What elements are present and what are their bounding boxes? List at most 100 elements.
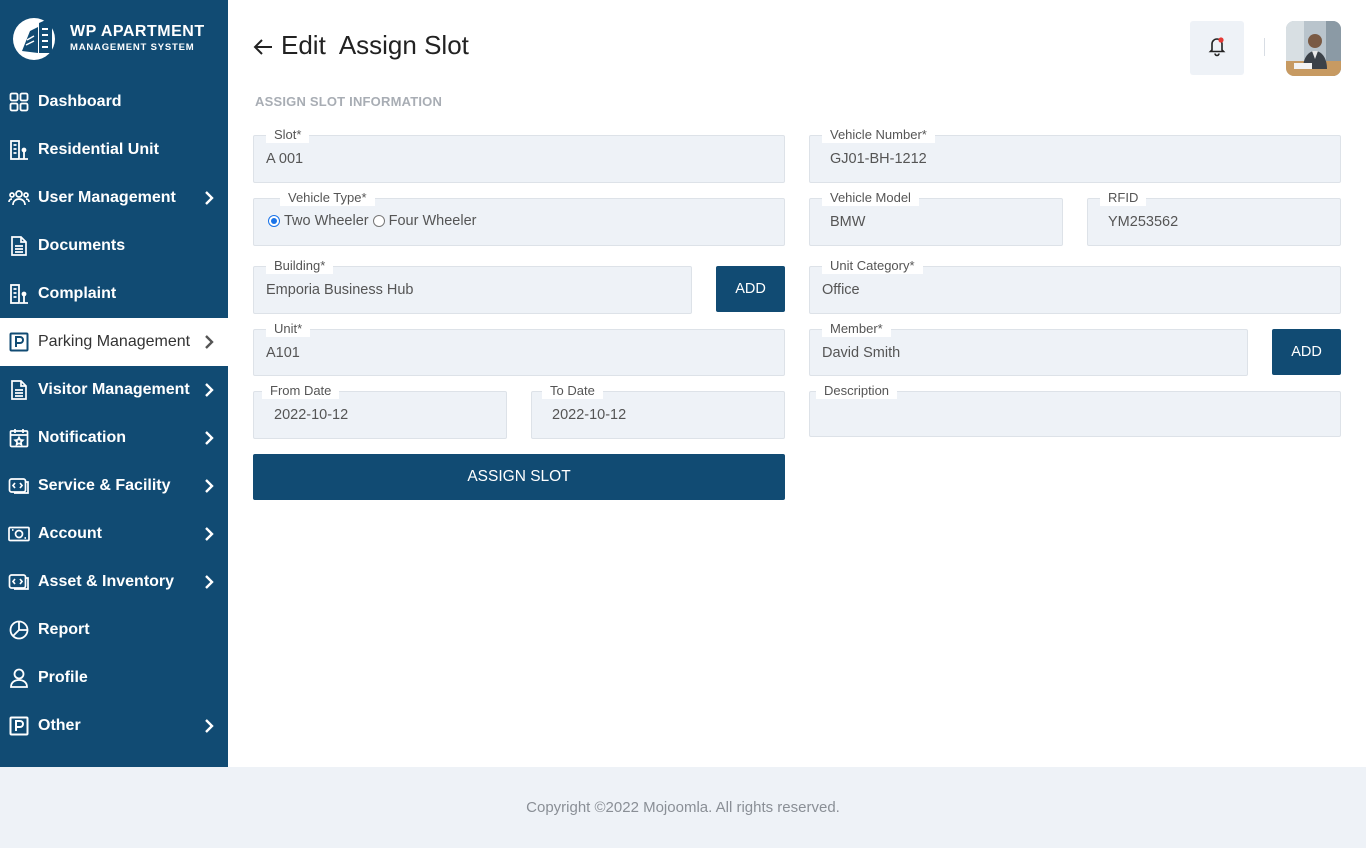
- to-date-value: 2022-10-12: [552, 407, 627, 423]
- dashboard-grid-icon: [8, 91, 30, 113]
- from-date-field[interactable]: From Date 2022-10-12: [253, 383, 507, 439]
- member-value: David Smith: [822, 344, 901, 361]
- chevron-right-icon: [204, 719, 214, 733]
- chevron-right-icon: [204, 479, 214, 493]
- sidebar-item-asset-inventory[interactable]: Asset & Inventory: [0, 558, 228, 606]
- vehicle-number-label: Vehicle Number*: [822, 127, 935, 143]
- copyright-text: Copyright ©2022 Mojoomla. All rights res…: [526, 799, 840, 816]
- document-icon: [8, 235, 30, 257]
- chevron-right-icon: [204, 431, 214, 445]
- unit-category-value: Office: [822, 282, 860, 298]
- sidebar-item-profile[interactable]: Profile: [0, 654, 228, 702]
- description-textarea[interactable]: Description: [809, 383, 1341, 437]
- footer: Copyright ©2022 Mojoomla. All rights res…: [0, 767, 1366, 848]
- sidebar-item-user-management[interactable]: User Management: [0, 174, 228, 222]
- rfid-field[interactable]: RFID YM253562: [1087, 190, 1341, 246]
- description-label: Description: [816, 383, 898, 399]
- sidebar-nav: Dashboard Residential Unit User Manageme…: [0, 78, 228, 750]
- vehicle-type-field: Vehicle Type* Two Wheeler Four Wheeler: [253, 190, 785, 246]
- sidebar-item-label: Notification: [38, 429, 126, 446]
- sidebar-item-label: Parking Management: [38, 333, 191, 350]
- from-date-label: From Date: [262, 383, 340, 399]
- brand-subtitle: MANAGEMENT SYSTEM: [70, 42, 195, 53]
- vehicle-model-value: BMW: [830, 214, 866, 230]
- sidebar-item-parking-management[interactable]: Parking Management: [0, 318, 228, 366]
- rfid-label: RFID: [1100, 190, 1147, 206]
- pie-chart-icon: [8, 619, 30, 641]
- sidebar-item-account[interactable]: Account: [0, 510, 228, 558]
- document-icon: [8, 379, 30, 401]
- rfid-value: YM253562: [1108, 214, 1179, 230]
- sidebar-item-label: User Management: [38, 189, 176, 206]
- building-icon: [8, 139, 30, 161]
- slot-value: A 001: [266, 151, 304, 167]
- vehicle-model-label: Vehicle Model: [822, 190, 919, 206]
- bell-icon: [1207, 35, 1227, 62]
- sidebar-item-dashboard[interactable]: Dashboard: [0, 78, 228, 126]
- page-title: Edit Assign Slot: [281, 30, 469, 60]
- unit-value: A101: [266, 344, 300, 361]
- person-icon: [8, 667, 30, 689]
- building-logo-icon: [12, 15, 64, 61]
- chevron-right-icon: [204, 383, 214, 397]
- service-icon: [8, 571, 30, 593]
- four-wheeler-radio[interactable]: [372, 215, 385, 227]
- back-arrow-icon[interactable]: [252, 36, 274, 58]
- brand-title: WP APARTMENT: [70, 23, 205, 40]
- add-member-button[interactable]: ADD: [1272, 329, 1341, 375]
- chevron-right-icon: [204, 335, 214, 349]
- vehicle-type-radio-group: Two Wheeler Four Wheeler: [268, 213, 480, 229]
- vehicle-number-field[interactable]: Vehicle Number* GJ01-BH-1212: [809, 127, 1341, 183]
- sidebar-item-report[interactable]: Report: [0, 606, 228, 654]
- building-label: Building*: [266, 258, 334, 274]
- sidebar-item-notification[interactable]: Notification: [0, 414, 228, 462]
- unit-category-label: Unit Category*: [822, 258, 923, 274]
- four-wheeler-label[interactable]: Four Wheeler: [389, 213, 477, 229]
- vehicle-number-value: GJ01-BH-1212: [830, 151, 927, 167]
- sidebar: WP APARTMENT MANAGEMENT SYSTEM Dashboard…: [0, 0, 228, 767]
- add-building-button[interactable]: ADD: [716, 266, 785, 312]
- header-divider: [1264, 38, 1265, 56]
- parking-icon: [8, 331, 30, 353]
- users-icon: [8, 187, 30, 209]
- sidebar-item-documents[interactable]: Documents: [0, 222, 228, 270]
- sidebar-item-label: Profile: [38, 669, 88, 686]
- sidebar-item-visitor-management[interactable]: Visitor Management: [0, 366, 228, 414]
- member-label: Member*: [822, 321, 891, 337]
- sidebar-item-label: Visitor Management: [38, 381, 190, 398]
- brand-logo[interactable]: WP APARTMENT MANAGEMENT SYSTEM: [12, 14, 222, 62]
- sidebar-item-label: Documents: [38, 237, 126, 254]
- sidebar-item-label: Dashboard: [38, 93, 122, 110]
- money-icon: [8, 523, 30, 545]
- to-date-label: To Date: [542, 383, 603, 399]
- unit-label: Unit*: [266, 321, 311, 337]
- two-wheeler-radio[interactable]: [268, 215, 280, 227]
- unit-select[interactable]: Unit* A101: [253, 321, 785, 376]
- chevron-right-icon: [204, 527, 214, 541]
- section-title: ASSIGN SLOT INFORMATION: [255, 94, 443, 109]
- two-wheeler-label[interactable]: Two Wheeler: [284, 213, 369, 229]
- slot-field[interactable]: Slot* A 001: [253, 127, 785, 183]
- building-select[interactable]: Building* Emporia Business Hub: [253, 258, 692, 314]
- chevron-right-icon: [204, 191, 214, 205]
- service-icon: [8, 475, 30, 497]
- sidebar-item-label: Service & Facility: [38, 477, 171, 494]
- vehicle-type-label: Vehicle Type*: [280, 190, 375, 206]
- sidebar-item-residential-unit[interactable]: Residential Unit: [0, 126, 228, 174]
- avatar[interactable]: [1286, 21, 1341, 76]
- to-date-field[interactable]: To Date 2022-10-12: [531, 383, 785, 439]
- sidebar-item-complaint[interactable]: Complaint: [0, 270, 228, 318]
- assign-slot-button[interactable]: ASSIGN SLOT: [253, 454, 785, 500]
- member-select[interactable]: Member* David Smith: [809, 321, 1248, 376]
- sidebar-item-service-facility[interactable]: Service & Facility: [0, 462, 228, 510]
- sidebar-item-label: Asset & Inventory: [38, 573, 175, 590]
- chevron-right-icon: [204, 575, 214, 589]
- sidebar-item-label: Report: [38, 621, 90, 638]
- slot-label: Slot*: [266, 127, 310, 143]
- building-value: Emporia Business Hub: [266, 282, 414, 298]
- sidebar-item-other[interactable]: Other: [0, 702, 228, 750]
- notification-button[interactable]: [1190, 21, 1244, 75]
- unit-category-select[interactable]: Unit Category* Office: [809, 258, 1341, 314]
- sidebar-item-label: Account: [38, 525, 102, 542]
- vehicle-model-field[interactable]: Vehicle Model BMW: [809, 190, 1063, 246]
